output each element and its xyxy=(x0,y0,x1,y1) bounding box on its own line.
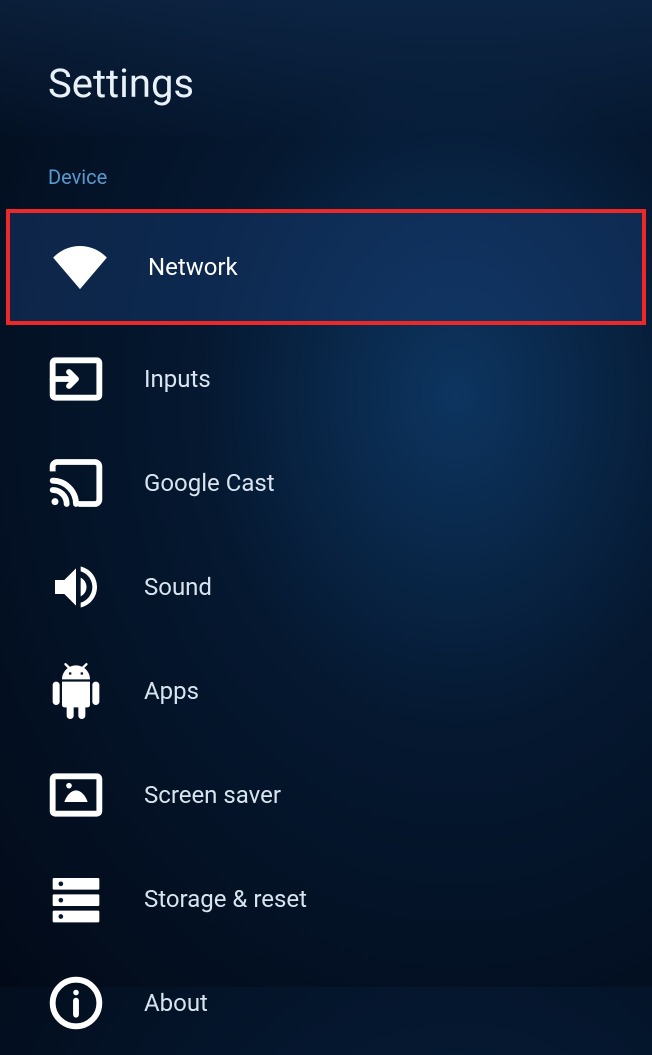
menu-item-storage-reset[interactable]: Storage & reset xyxy=(0,847,652,951)
menu-item-label: Screen saver xyxy=(144,781,281,809)
menu-item-inputs[interactable]: Inputs xyxy=(0,327,652,431)
menu-item-network[interactable]: Network xyxy=(6,209,646,325)
section-label-device: Device xyxy=(0,137,652,207)
menu-item-label: Network xyxy=(148,253,238,281)
menu-item-label: Storage & reset xyxy=(144,885,307,913)
storage-icon xyxy=(48,871,104,927)
menu-item-label: Apps xyxy=(144,677,199,705)
cast-icon xyxy=(48,455,104,511)
page-title: Settings xyxy=(48,60,652,107)
info-icon xyxy=(48,975,104,1031)
screen-saver-icon xyxy=(48,767,104,823)
menu-item-apps[interactable]: Apps xyxy=(0,639,652,743)
menu-item-google-cast[interactable]: Google Cast xyxy=(0,431,652,535)
menu-item-about[interactable]: About xyxy=(0,951,652,1055)
wifi-icon xyxy=(52,239,108,295)
menu-item-label: Sound xyxy=(144,573,212,601)
menu-item-screen-saver[interactable]: Screen saver xyxy=(0,743,652,847)
settings-menu: Network Inputs Google Cast Sound xyxy=(0,207,652,1055)
android-icon xyxy=(48,663,104,719)
menu-item-sound[interactable]: Sound xyxy=(0,535,652,639)
settings-header: Settings xyxy=(0,0,652,137)
input-icon xyxy=(48,351,104,407)
menu-item-label: About xyxy=(144,989,208,1017)
menu-item-label: Google Cast xyxy=(144,469,275,497)
sound-icon xyxy=(48,559,104,615)
menu-item-label: Inputs xyxy=(144,365,211,393)
